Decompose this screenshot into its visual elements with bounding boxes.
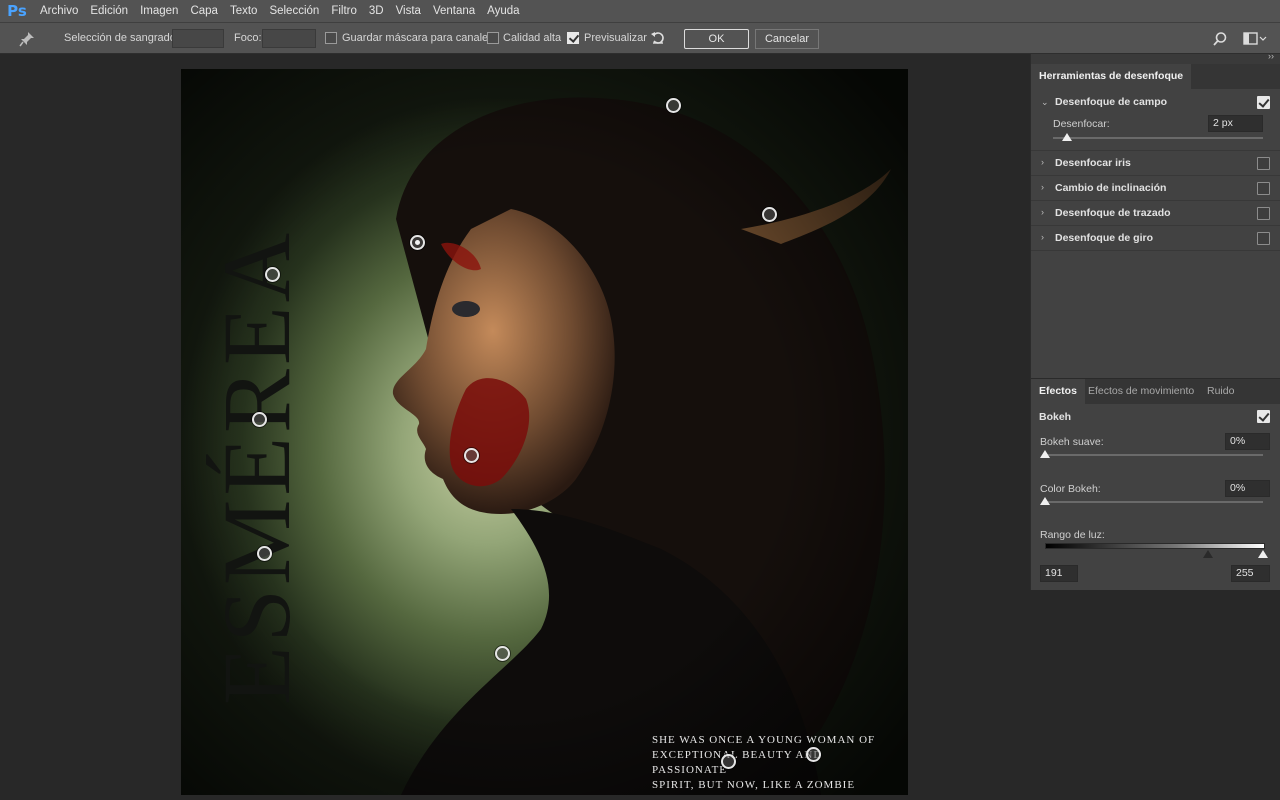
save-mask-label: Guardar máscara para canales [342,32,494,44]
chevron-down-icon[interactable]: ⌄ [1041,97,1049,108]
path-blur-label: Desenfoque de trazado [1055,207,1171,219]
high-quality-checkbox[interactable] [487,32,499,44]
chevron-right-icon[interactable]: › [1041,207,1044,217]
spin-blur-label: Desenfoque de giro [1055,232,1154,244]
blur-amount-field[interactable]: 2 px [1208,115,1263,132]
menu-3d[interactable]: 3D [363,0,390,22]
menu-archivo[interactable]: Archivo [34,0,84,22]
caption-line: EXCEPTIONAL BEAUTY AND PASSIONATE [652,749,823,776]
tilt-shift-row[interactable]: › Cambio de inclinación [1031,176,1280,201]
collapse-icon[interactable]: ›› [1268,51,1274,61]
soft-bokeh-label: Bokeh suave: [1040,436,1104,448]
high-quality-label: Calidad alta [503,32,562,44]
chevron-right-icon[interactable]: › [1041,232,1044,242]
soft-bokeh-thumb[interactable] [1040,450,1050,458]
workspace-icon[interactable] [1243,31,1267,47]
light-range-low-field[interactable]: 191 [1040,565,1078,582]
blur-tools-tabbar: Herramientas de desenfoque [1031,64,1280,89]
path-blur-checkbox[interactable] [1257,207,1270,220]
menu-imagen[interactable]: Imagen [134,0,184,22]
light-range-high-field[interactable]: 255 [1231,565,1270,582]
blur-pin[interactable] [666,98,681,113]
canvas-workspace[interactable]: ESMÉREA SHE WAS ONCE A YOUNG WOMAN OF EX… [0,54,1030,800]
cancel-button[interactable]: Cancelar [755,29,819,49]
menu-ventana[interactable]: Ventana [427,0,481,22]
soft-bokeh-field[interactable]: 0% [1225,433,1270,450]
menu-edicion[interactable]: Edición [84,0,134,22]
tab-noise[interactable]: Ruido [1199,379,1242,404]
blur-pin[interactable] [806,747,821,762]
soft-bokeh-slider[interactable] [1045,454,1263,456]
options-bar: Selección de sangrado: Foco: Guardar más… [0,22,1280,54]
menu-capa[interactable]: Capa [184,0,224,22]
path-blur-row[interactable]: › Desenfoque de trazado [1031,201,1280,226]
spin-blur-checkbox[interactable] [1257,232,1270,245]
bleed-selection-field[interactable] [172,29,224,48]
blur-pin[interactable] [252,412,267,427]
tab-effects[interactable]: Efectos [1031,379,1085,404]
iris-blur-checkbox[interactable] [1257,157,1270,170]
blur-amount-label: Desenfocar: [1053,118,1110,130]
light-range-high-thumb[interactable] [1258,550,1268,558]
preview-label: Previsualizar [584,32,647,44]
effects-panel: Efectos Efectos de movimiento Ruido Boke… [1031,378,1280,590]
blur-pin-active[interactable] [410,235,425,250]
color-bokeh-field[interactable]: 0% [1225,480,1270,497]
artwork-caption: SHE WAS ONCE A YOUNG WOMAN OF EXCEPTIONA… [652,733,892,795]
bleed-selection-label: Selección de sangrado: [64,32,179,44]
panel-collapse-bar[interactable]: ›› [1031,51,1280,64]
menu-seleccion[interactable]: Selección [263,0,325,22]
effects-tabbar: Efectos Efectos de movimiento Ruido [1031,379,1280,404]
tilt-shift-label: Cambio de inclinación [1055,182,1167,194]
caption-line: SHE WAS ONCE A YOUNG WOMAN OF [652,734,876,746]
iris-blur-label: Desenfocar iris [1055,157,1131,169]
blur-pin[interactable] [721,754,736,769]
field-blur-section: ⌄ Desenfoque de campo Desenfocar: 2 px [1031,89,1280,151]
bokeh-checkbox[interactable] [1257,410,1270,423]
color-bokeh-label: Color Bokeh: [1040,483,1101,495]
light-range-low-thumb[interactable] [1203,550,1213,558]
blur-tools-panel: ›› Herramientas de desenfoque ⌄ Desenfoq… [1030,51,1280,590]
artwork-title: ESMÉREA [203,228,310,705]
menu-vista[interactable]: Vista [390,0,427,22]
document-canvas[interactable]: ESMÉREA SHE WAS ONCE A YOUNG WOMAN OF EX… [181,69,908,795]
color-bokeh-thumb[interactable] [1040,497,1050,505]
blur-pin[interactable] [257,546,272,561]
blur-amount-slider[interactable] [1053,137,1263,139]
focus-field[interactable] [262,29,316,48]
chevron-right-icon[interactable]: › [1041,182,1044,192]
menu-bar: Ps Archivo Edición Imagen Capa Texto Sel… [0,0,1280,22]
field-blur-label: Desenfoque de campo [1055,96,1168,108]
blur-amount-thumb[interactable] [1062,133,1072,141]
pin-icon[interactable] [18,30,36,48]
tab-motion-effects[interactable]: Efectos de movimiento [1080,379,1202,404]
search-icon[interactable] [1212,31,1228,47]
tilt-shift-checkbox[interactable] [1257,182,1270,195]
focus-label: Foco: [234,32,262,44]
menu-filtro[interactable]: Filtro [325,0,363,22]
ok-button[interactable]: OK [684,29,749,49]
caption-line: SPIRIT, BUT NOW, LIKE A ZOMBIE WOMAN. [652,779,856,795]
light-range-label: Rango de luz: [1040,529,1105,541]
bokeh-label: Bokeh [1039,411,1072,423]
blur-pin[interactable] [495,646,510,661]
undo-icon[interactable] [650,30,666,46]
tab-blur-tools[interactable]: Herramientas de desenfoque [1031,64,1192,89]
chevron-right-icon[interactable]: › [1041,157,1044,167]
color-bokeh-slider[interactable] [1045,501,1263,503]
menu-ayuda[interactable]: Ayuda [481,0,525,22]
blur-pin[interactable] [762,207,777,222]
menu-texto[interactable]: Texto [224,0,264,22]
light-range-gradient[interactable] [1045,543,1265,549]
iris-blur-row[interactable]: › Desenfocar iris [1031,151,1280,176]
spin-blur-row[interactable]: › Desenfoque de giro [1031,226,1280,251]
blur-pin[interactable] [464,448,479,463]
save-mask-checkbox[interactable] [325,32,337,44]
photoshop-logo: Ps [7,2,27,20]
preview-checkbox[interactable] [567,32,579,44]
field-blur-checkbox[interactable] [1257,96,1270,109]
blur-pin[interactable] [265,267,280,282]
